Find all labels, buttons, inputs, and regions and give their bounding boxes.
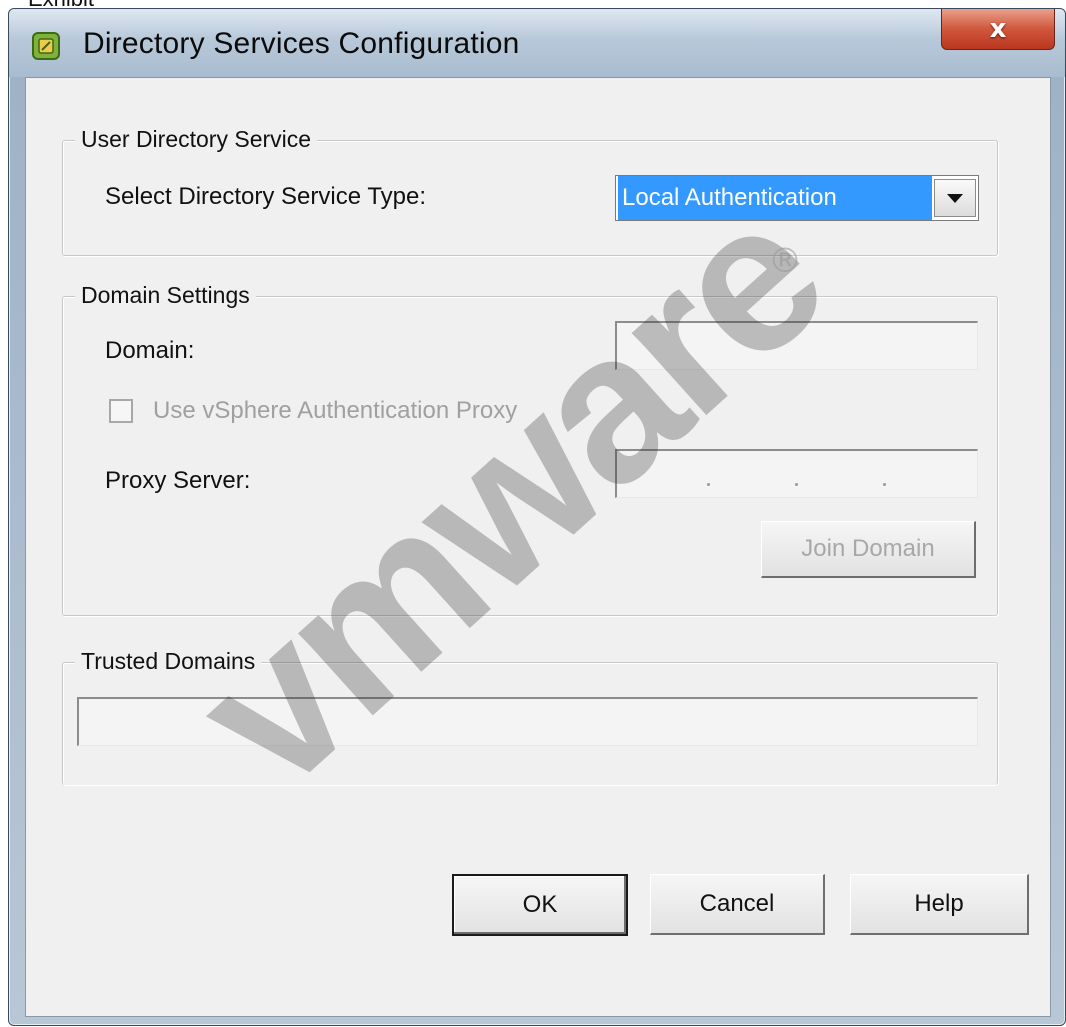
help-button[interactable]: Help <box>850 874 1029 935</box>
use-authentication-proxy-label: Use vSphere Authentication Proxy <box>153 397 518 424</box>
cancel-button[interactable]: Cancel <box>650 874 825 935</box>
use-authentication-proxy-checkbox[interactable] <box>109 399 133 423</box>
domain-label: Domain: <box>105 337 195 364</box>
title-bar[interactable]: Directory Services Configuration x <box>9 9 1065 77</box>
join-domain-button[interactable]: Join Domain <box>761 521 976 578</box>
group-legend: Trusted Domains <box>75 648 262 675</box>
directory-service-type-label: Select Directory Service Type: <box>105 183 427 210</box>
user-directory-service-group: User Directory Service Select Directory … <box>62 126 998 256</box>
ip-separator <box>707 483 710 486</box>
close-icon: x <box>989 14 1007 44</box>
group-legend: Domain Settings <box>75 282 256 309</box>
close-button[interactable]: x <box>941 9 1055 50</box>
directory-service-type-value: Local Authentication <box>618 176 932 220</box>
dialog-client-area: User Directory Service Select Directory … <box>25 77 1051 1017</box>
app-icon <box>32 32 60 60</box>
proxy-server-label: Proxy Server: <box>105 467 251 494</box>
chevron-down-icon[interactable] <box>934 179 976 217</box>
ip-separator <box>795 483 798 486</box>
ip-separator <box>883 483 886 486</box>
domain-field[interactable] <box>615 321 978 370</box>
ok-button[interactable]: OK <box>452 874 628 936</box>
proxy-server-ip-field[interactable] <box>615 449 978 498</box>
trusted-domains-field[interactable] <box>77 697 978 746</box>
group-legend: User Directory Service <box>75 126 318 153</box>
dialog-window: Directory Services Configuration x User … <box>8 8 1066 1026</box>
trusted-domains-group: Trusted Domains <box>62 648 998 785</box>
window-title: Directory Services Configuration <box>83 27 520 60</box>
domain-settings-group: Domain Settings Domain: Use vSphere Auth… <box>62 282 998 616</box>
directory-service-type-select[interactable]: Local Authentication <box>615 175 979 221</box>
